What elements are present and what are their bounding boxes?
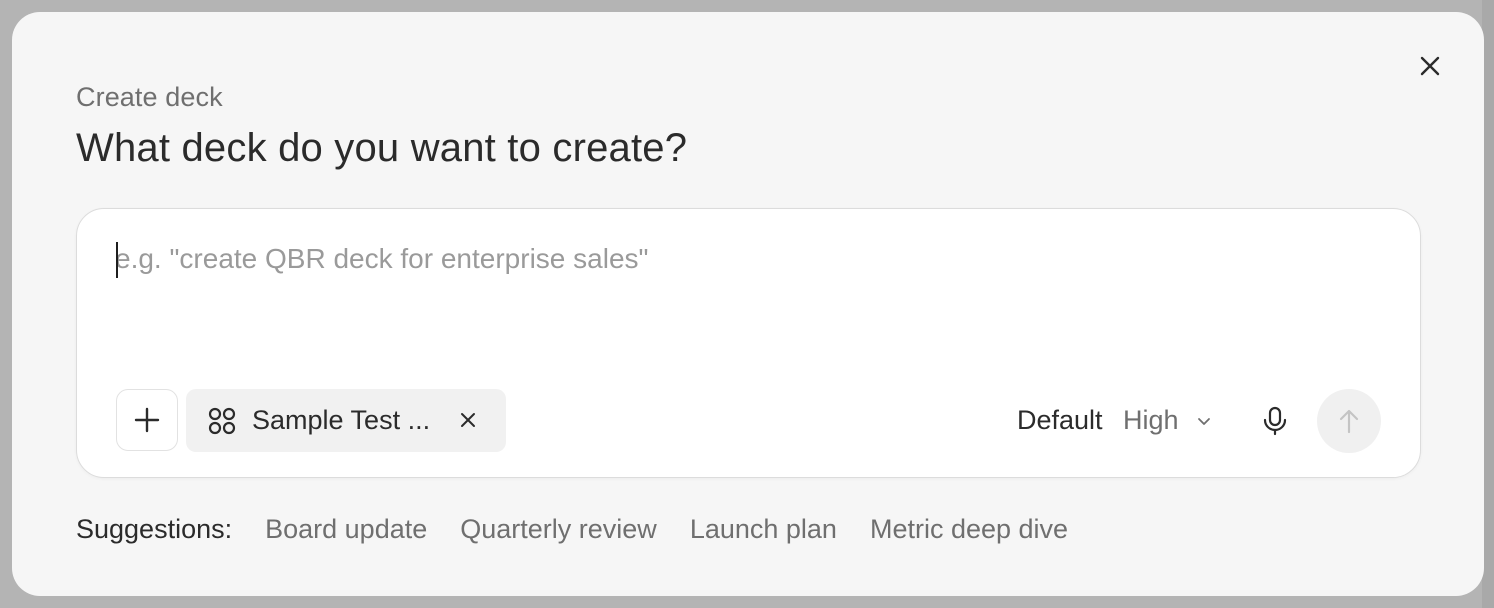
suggestions-row: Suggestions: Board update Quarterly revi… (76, 514, 1101, 545)
remove-attachment-button[interactable] (458, 410, 478, 430)
add-attachment-button[interactable] (116, 389, 178, 451)
prompt-input[interactable] (115, 239, 1365, 279)
model-label: Default (1017, 405, 1103, 435)
text-caret (116, 242, 118, 278)
suggestion-quarterly-review[interactable]: Quarterly review (460, 514, 657, 545)
microphone-button[interactable] (1259, 405, 1291, 437)
attachment-label: Sample Test ... (252, 405, 431, 435)
dialog-eyebrow: Create deck (76, 82, 223, 112)
plus-icon (134, 407, 160, 433)
close-icon (1420, 56, 1440, 76)
suggestion-launch-plan[interactable]: Launch plan (690, 514, 837, 545)
microphone-icon (1263, 406, 1287, 436)
suggestions-label: Suggestions: (76, 514, 233, 544)
arrow-up-icon (1339, 409, 1359, 434)
chevron-down-icon (1197, 417, 1211, 427)
send-button[interactable] (1317, 389, 1381, 453)
effort-select[interactable]: High (1123, 405, 1211, 436)
suggestion-metric-deep-dive[interactable]: Metric deep dive (870, 514, 1068, 545)
effort-selected-value: High (1123, 405, 1179, 435)
suggestion-board-update[interactable]: Board update (265, 514, 427, 545)
attachment-chip[interactable]: Sample Test ... (186, 389, 506, 452)
dialog-title: What deck do you want to create? (76, 126, 688, 170)
close-icon (461, 413, 475, 427)
close-dialog-button[interactable] (1416, 52, 1444, 80)
grid-dots-icon (208, 407, 236, 434)
create-deck-dialog: Create deck What deck do you want to cre… (12, 12, 1484, 596)
prompt-composer: Sample Test ... Default High (76, 208, 1421, 478)
